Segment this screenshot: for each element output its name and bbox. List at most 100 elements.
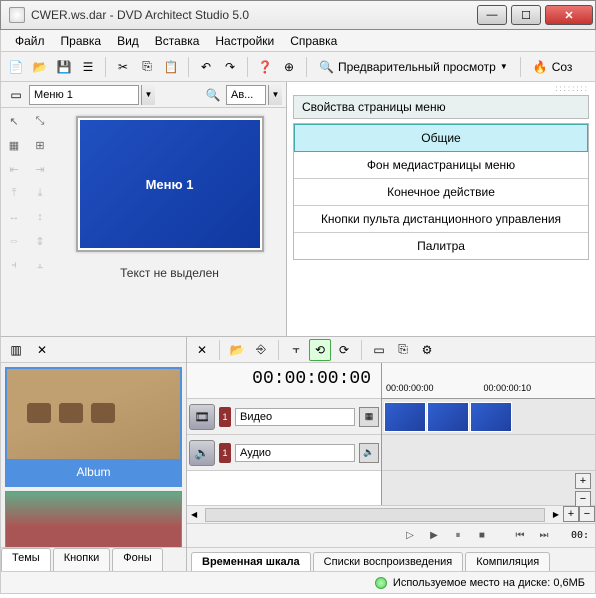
tl-open-button[interactable]: 📂 bbox=[226, 339, 248, 361]
zoom-out-button[interactable]: − bbox=[575, 491, 591, 507]
tl-settings-button[interactable]: ⚙ bbox=[416, 339, 438, 361]
align-bottom[interactable]: ⤓ bbox=[29, 182, 51, 204]
tl-folder-button[interactable]: ▭ bbox=[368, 339, 390, 361]
theme-thumbnail-album[interactable]: Album bbox=[5, 367, 182, 487]
layer-button[interactable]: ▭ bbox=[5, 84, 27, 106]
save-button[interactable]: 💾 bbox=[53, 56, 75, 78]
properties-button[interactable]: ☰ bbox=[77, 56, 99, 78]
breadcrumb-combo[interactable]: Меню 1 bbox=[29, 85, 139, 105]
menu-title-text: Меню 1 bbox=[146, 177, 194, 192]
copy-button[interactable]: ⎘ bbox=[136, 56, 158, 78]
menu-help[interactable]: Справка bbox=[282, 32, 345, 50]
menu-file[interactable]: Файл bbox=[7, 32, 53, 50]
prop-item-background[interactable]: Фон медиастраницы меню bbox=[294, 152, 588, 179]
menu-view[interactable]: Вид bbox=[109, 32, 147, 50]
space-h[interactable]: ⫞ bbox=[3, 254, 25, 276]
open-button[interactable]: 📂 bbox=[29, 56, 51, 78]
main-toolbar: 📄 📂 💾 ☰ ✂ ⎘ 📋 ↶ ↷ ❓ ⊕ 🔍 Предварительный … bbox=[0, 52, 596, 82]
timecode-display: 00:00:00:00 bbox=[187, 363, 381, 399]
prev-button[interactable]: ⏮ bbox=[511, 528, 529, 544]
maximize-button[interactable]: ☐ bbox=[511, 5, 541, 25]
play-button[interactable]: ▶ bbox=[425, 528, 443, 544]
gallery-delete-button[interactable]: ✕ bbox=[31, 339, 53, 361]
redo-button[interactable]: ↷ bbox=[219, 56, 241, 78]
align-right[interactable]: ⇥ bbox=[29, 158, 51, 180]
zoom-combo[interactable]: Ав... bbox=[226, 85, 266, 105]
video-track-header[interactable]: 🎞 1 Видео ▦ bbox=[187, 399, 381, 435]
transport-controls: ▷ ▶ ⏸ ■ ⏮ ⏭ 00: bbox=[187, 523, 595, 547]
prop-item-palette[interactable]: Палитра bbox=[294, 233, 588, 259]
resize-tool[interactable]: ⤡ bbox=[29, 110, 51, 132]
undo-button[interactable]: ↶ bbox=[195, 56, 217, 78]
tab-timeline[interactable]: Временная шкала bbox=[191, 552, 311, 571]
tab-playlists[interactable]: Списки воспроизведения bbox=[313, 552, 464, 571]
timeline-ruler[interactable]: 00:00:00:00 00:00:00:10 bbox=[382, 363, 595, 399]
space-v[interactable]: ⫠ bbox=[29, 254, 51, 276]
audio-clip-row[interactable] bbox=[382, 435, 595, 471]
prop-item-remote[interactable]: Кнопки пульта дистанционного управления bbox=[294, 206, 588, 233]
align-top[interactable]: ⤒ bbox=[3, 182, 25, 204]
same-height[interactable]: ⇕ bbox=[29, 230, 51, 252]
prop-item-end-action[interactable]: Конечное действие bbox=[294, 179, 588, 206]
make-button[interactable]: 🔥 Соз bbox=[527, 58, 579, 76]
video-clip[interactable] bbox=[384, 402, 426, 432]
tl-copy-button[interactable]: ⎘ bbox=[392, 339, 414, 361]
help-button[interactable]: ❓ bbox=[254, 56, 276, 78]
same-width[interactable]: ⇔ bbox=[3, 230, 25, 252]
grid-tool[interactable]: ▦ bbox=[3, 134, 25, 156]
zoom-icon[interactable]: 🔍 bbox=[202, 84, 224, 106]
snap-tool[interactable]: ⊞ bbox=[29, 134, 51, 156]
timeline-scrollbar[interactable]: ◀ ▶ + − bbox=[187, 505, 595, 523]
gallery-view-button[interactable]: ▥ bbox=[5, 339, 27, 361]
zoom-in-button[interactable]: + bbox=[575, 473, 591, 489]
video-clip[interactable] bbox=[470, 402, 512, 432]
chevron-down-icon: ▼ bbox=[500, 62, 508, 71]
menu-canvas[interactable]: Меню 1 bbox=[80, 120, 260, 248]
video-clip-row[interactable] bbox=[382, 399, 595, 435]
new-button[interactable]: 📄 bbox=[5, 56, 27, 78]
prop-item-general[interactable]: Общие bbox=[294, 124, 588, 152]
cut-button[interactable]: ✂ bbox=[112, 56, 134, 78]
align-left[interactable]: ⇤ bbox=[3, 158, 25, 180]
tab-themes[interactable]: Темы bbox=[1, 548, 51, 571]
zoom-dropdown[interactable]: ▼ bbox=[268, 85, 282, 105]
menu-insert[interactable]: Вставка bbox=[147, 32, 208, 50]
stop-button[interactable]: ■ bbox=[473, 528, 491, 544]
panel-grip[interactable]: :::::::: bbox=[287, 82, 595, 95]
preview-button[interactable]: 🔍 Предварительный просмотр ▼ bbox=[313, 58, 514, 76]
app-icon bbox=[9, 7, 25, 23]
video-track-label[interactable]: Видео bbox=[235, 408, 355, 426]
breadcrumb-dropdown[interactable]: ▼ bbox=[141, 85, 155, 105]
close-button[interactable]: ✕ bbox=[545, 5, 593, 25]
tab-compilation[interactable]: Компиляция bbox=[465, 552, 550, 571]
paste-button[interactable]: 📋 bbox=[160, 56, 182, 78]
timeline-tracks[interactable]: 00:00:00:00 00:00:00:10 + − bbox=[381, 363, 595, 505]
timeline-panel: ✕ 📂 ⎆ ⫟ ⟲ ⟳ ▭ ⎘ ⚙ 00:00:00:00 🎞 1 Видео … bbox=[187, 337, 595, 571]
video-clip[interactable] bbox=[427, 402, 469, 432]
audio-track-button[interactable]: 🔈 bbox=[359, 443, 379, 463]
audio-track-label[interactable]: Аудио bbox=[235, 444, 355, 462]
distribute-v[interactable]: ↕ bbox=[29, 206, 51, 228]
tl-delete-button[interactable]: ✕ bbox=[191, 339, 213, 361]
theme-thumbnail-2[interactable] bbox=[5, 491, 182, 547]
tl-loop-button[interactable]: ⟳ bbox=[333, 339, 355, 361]
menu-edit[interactable]: Правка bbox=[53, 32, 110, 50]
video-track-button[interactable]: ▦ bbox=[359, 407, 379, 427]
tab-backgrounds[interactable]: Фоны bbox=[112, 548, 162, 571]
tl-marker-button[interactable]: ⫟ bbox=[285, 339, 307, 361]
nav-tool-button[interactable]: ⊕ bbox=[278, 56, 300, 78]
play-start-button[interactable]: ▷ bbox=[401, 528, 419, 544]
audio-track-header[interactable]: 🔈 1 Аудио 🔈 bbox=[187, 435, 381, 471]
pause-button[interactable]: ⏸ bbox=[449, 528, 467, 544]
distribute-h[interactable]: ↔ bbox=[3, 206, 25, 228]
next-button[interactable]: ⏭ bbox=[535, 528, 553, 544]
tl-snap-button[interactable]: ⟲ bbox=[309, 339, 331, 361]
tool-column-left: ↖ ▦ ⇤ ⤒ ↔ ⇔ ⫞ bbox=[1, 108, 27, 336]
selection-tool[interactable]: ↖ bbox=[3, 110, 25, 132]
timeline-tabs: Временная шкала Списки воспроизведения К… bbox=[187, 547, 595, 571]
minimize-button[interactable]: — bbox=[477, 5, 507, 25]
tab-buttons[interactable]: Кнопки bbox=[53, 548, 111, 571]
track-headers: 00:00:00:00 🎞 1 Видео ▦ 🔈 1 Аудио 🔈 bbox=[187, 363, 381, 505]
menu-settings[interactable]: Настройки bbox=[207, 32, 282, 50]
tl-set-in-button[interactable]: ⎆ bbox=[250, 339, 272, 361]
